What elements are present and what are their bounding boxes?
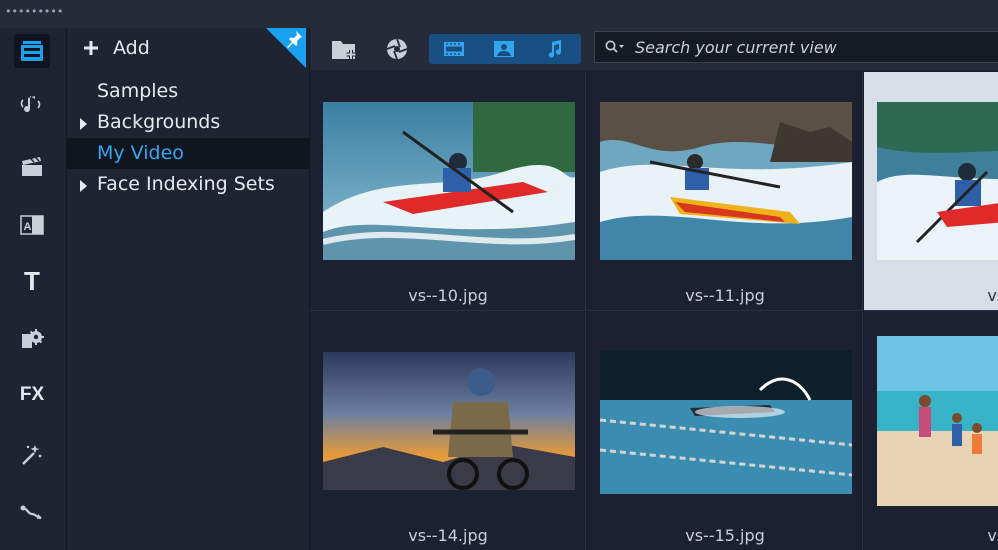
photo-icon xyxy=(494,41,514,57)
media-thumbnail[interactable] xyxy=(323,352,575,490)
motion-path-icon xyxy=(20,505,42,520)
add-folder-button[interactable]: Add xyxy=(83,32,150,64)
aperture-icon xyxy=(386,38,408,60)
view-filter-group xyxy=(429,34,581,64)
search-icon[interactable] xyxy=(605,40,625,54)
library-header: Add xyxy=(67,28,309,68)
show-photos-button[interactable] xyxy=(479,34,529,64)
tree-item-my-video[interactable]: My Video xyxy=(67,138,309,169)
media-browser: vs--10.jpg vs--11.jpg xyxy=(310,28,998,550)
fx-text-icon: FX xyxy=(19,384,45,405)
thumbnail-caption: vs-- xyxy=(987,526,998,545)
media-thumbnail[interactable] xyxy=(877,336,998,506)
music-note-icon xyxy=(20,96,41,113)
media-thumbnail[interactable] xyxy=(877,102,998,260)
svg-text:AB: AB xyxy=(24,221,40,233)
tree-item-label: Face Indexing Sets xyxy=(97,173,275,195)
search-box[interactable] xyxy=(594,31,998,63)
transition-category-button[interactable]: AB xyxy=(14,208,50,242)
path-category-button[interactable] xyxy=(14,496,50,530)
browser-toolbar xyxy=(310,28,998,70)
show-videos-button[interactable] xyxy=(429,34,479,64)
show-audio-button[interactable] xyxy=(529,34,579,64)
transition-ab-icon: AB xyxy=(20,215,44,235)
tree-item-face-indexing-sets[interactable]: Face Indexing Sets xyxy=(67,169,309,200)
title-category-button[interactable]: T xyxy=(14,264,50,298)
thumbnail-caption: vs--15.jpg xyxy=(685,526,765,545)
tree-item-label: Samples xyxy=(97,80,179,102)
add-label: Add xyxy=(113,37,150,59)
media-category-button[interactable] xyxy=(14,34,50,68)
thumbnail-tile[interactable]: vs--14.jpg xyxy=(310,312,586,550)
filter-category-button[interactable]: FX xyxy=(14,378,50,412)
magic-wand-icon xyxy=(22,445,42,465)
clapper-icon xyxy=(22,157,42,176)
title-text-icon: T xyxy=(24,265,40,296)
thumbnail-caption: vs-- xyxy=(987,286,998,305)
media-library-icon xyxy=(21,41,43,61)
category-rail: AB T FX xyxy=(0,28,67,550)
graphics-gear-icon xyxy=(22,329,44,348)
thumbnail-caption: vs--14.jpg xyxy=(408,526,488,545)
media-thumbnail[interactable] xyxy=(600,102,852,260)
import-media-button[interactable] xyxy=(330,34,360,64)
pin-icon xyxy=(287,31,302,48)
tree-item-backgrounds[interactable]: Backgrounds xyxy=(67,107,309,138)
tree-item-label: My Video xyxy=(97,142,184,164)
search-input[interactable] xyxy=(633,36,997,58)
sound-category-button[interactable] xyxy=(14,88,50,122)
tree-item-samples[interactable]: Samples xyxy=(67,76,309,107)
library-panel: Add Samples Backgrounds My Video Face In… xyxy=(67,28,310,550)
effects-category-button[interactable] xyxy=(14,438,50,472)
tree-item-label: Backgrounds xyxy=(97,111,221,133)
expand-arrow-icon[interactable] xyxy=(80,180,87,192)
thumbnail-tile[interactable]: vs--10.jpg xyxy=(310,72,586,311)
library-tree: Samples Backgrounds My Video Face Indexi… xyxy=(67,76,309,200)
media-thumbnail[interactable] xyxy=(600,350,852,494)
expand-arrow-icon[interactable] xyxy=(80,118,87,130)
title-strip: ••••••••• xyxy=(0,0,998,28)
film-strip-icon xyxy=(444,42,464,56)
instant-project-button[interactable] xyxy=(14,150,50,184)
thumbnail-tile[interactable]: vs-- xyxy=(864,72,998,311)
drag-grip-icon[interactable]: ••••••••• xyxy=(5,6,63,17)
thumbnail-tile[interactable]: vs--11.jpg xyxy=(587,72,863,311)
thumbnail-caption: vs--10.jpg xyxy=(408,286,488,305)
graphics-category-button[interactable] xyxy=(14,322,50,356)
folder-add-icon xyxy=(332,41,356,59)
plus-icon xyxy=(84,41,98,55)
thumbnail-grid: vs--10.jpg vs--11.jpg v vs--14.jpg vs--1… xyxy=(310,72,998,550)
thumbnail-tile[interactable]: vs-- xyxy=(864,312,998,550)
capture-button[interactable] xyxy=(382,34,412,64)
thumbnail-caption: vs--11.jpg xyxy=(685,286,765,305)
thumbnail-tile[interactable]: vs--15.jpg xyxy=(587,312,863,550)
media-thumbnail[interactable] xyxy=(323,102,575,260)
music-note-icon xyxy=(548,40,562,58)
